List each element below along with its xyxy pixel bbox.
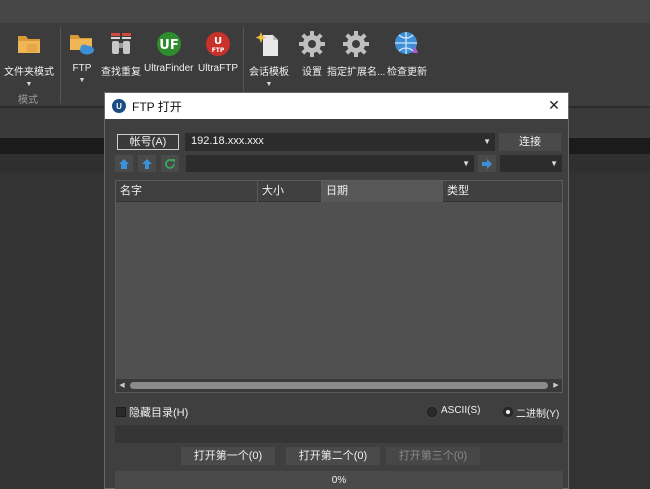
svg-text:U: U xyxy=(214,36,222,47)
session-template-label: 会话模板 xyxy=(249,67,289,78)
binoculars-icon xyxy=(106,29,136,59)
globe-update-icon xyxy=(392,29,422,59)
status-bar xyxy=(115,425,563,443)
ultrafinder-logo-icon: UF xyxy=(154,29,184,59)
host-combobox[interactable]: 192.18.xxx.xxx ▼ xyxy=(185,133,495,151)
gear-icon xyxy=(341,29,371,59)
chevron-down-icon: ▼ xyxy=(25,81,33,88)
assign-extension-button[interactable]: 指定扩展名... xyxy=(327,29,385,78)
check-update-button[interactable]: 检查更新 xyxy=(387,29,427,78)
hidden-dirs-label: 隐藏目录(H) xyxy=(129,407,189,419)
settings-label: 设置 xyxy=(302,67,322,78)
ascii-label: ASCII(S) xyxy=(441,405,481,416)
connect-button[interactable]: 连接 xyxy=(499,133,561,151)
open-second-button[interactable]: 打开第二个(0) xyxy=(286,447,380,465)
chevron-down-icon: ▼ xyxy=(462,159,470,168)
host-value: 192.18.xxx.xxx xyxy=(191,135,264,147)
hidden-dirs-checkbox[interactable] xyxy=(116,407,126,417)
binary-label: 二进制(Y) xyxy=(516,409,560,420)
open-first-button[interactable]: 打开第一个(0) xyxy=(181,447,275,465)
scrollbar-thumb[interactable] xyxy=(130,382,548,389)
column-header-type[interactable]: 类型 xyxy=(443,181,562,202)
ultraedit-logo-icon: U xyxy=(112,99,126,113)
home-button[interactable] xyxy=(115,155,133,172)
chevron-down-icon: ▼ xyxy=(78,77,86,84)
dialog-titlebar: U FTP 打开 ✕ xyxy=(105,93,568,119)
group-label-mode: 模式 xyxy=(18,95,38,106)
home-icon xyxy=(119,158,129,169)
arrow-up-icon xyxy=(142,158,152,169)
chevron-down-icon: ▼ xyxy=(550,159,558,168)
close-icon[interactable]: ✕ xyxy=(546,97,562,113)
progress-bar: 0% xyxy=(115,471,563,489)
session-template-button[interactable]: 会话模板 ▼ xyxy=(249,29,289,88)
gear-icon xyxy=(297,29,327,59)
column-header-date[interactable]: 日期 xyxy=(322,181,443,202)
ultraftp-button[interactable]: U FTP UltraFTP xyxy=(198,29,238,74)
horizontal-scrollbar[interactable]: ◀ ▶ xyxy=(116,379,562,392)
list-header: 名字 大小 日期 类型 xyxy=(116,181,562,202)
find-duplicates-button[interactable]: 查找重复 xyxy=(101,29,141,78)
document-sparkle-icon xyxy=(254,29,284,59)
filter-combobox[interactable]: ▼ xyxy=(500,155,562,172)
scroll-right-icon[interactable]: ▶ xyxy=(550,379,562,392)
folder-icon xyxy=(14,29,44,59)
scroll-left-icon[interactable]: ◀ xyxy=(116,379,128,392)
folder-mode-button[interactable]: 文件夹模式 ▼ xyxy=(4,29,54,88)
ultrafinder-button[interactable]: UF UltraFinder xyxy=(144,29,193,74)
ultraftp-label: UltraFTP xyxy=(198,63,238,74)
assign-extension-label: 指定扩展名... xyxy=(327,67,386,78)
column-header-name[interactable]: 名字 xyxy=(116,181,258,202)
chevron-down-icon: ▼ xyxy=(483,137,491,146)
ftp-label: FTP xyxy=(72,63,92,74)
svg-text:UF: UF xyxy=(159,38,178,53)
ftp-folder-cloud-icon xyxy=(67,29,97,59)
ribbon-divider xyxy=(60,27,61,103)
find-duplicates-label: 查找重复 xyxy=(101,67,141,78)
ftp-open-dialog: U FTP 打开 ✕ 帐号(A) 192.18.xxx.xxx ▼ 连接 ▼ ▼… xyxy=(104,92,569,489)
svg-text:FTP: FTP xyxy=(212,47,225,54)
check-update-label: 检查更新 xyxy=(387,67,427,78)
title-strip xyxy=(0,0,650,23)
arrow-right-icon xyxy=(482,158,492,169)
up-button[interactable] xyxy=(138,155,156,172)
folder-mode-label: 文件夹模式 xyxy=(4,67,54,78)
ultraftp-logo-icon: U FTP xyxy=(203,29,233,59)
account-button[interactable]: 帐号(A) xyxy=(117,134,179,150)
progress-text: 0% xyxy=(331,475,347,486)
ultrafinder-label: UltraFinder xyxy=(144,63,194,74)
binary-radio[interactable] xyxy=(503,407,513,417)
chevron-down-icon: ▼ xyxy=(265,81,273,88)
file-list[interactable]: 名字 大小 日期 类型 ◀ ▶ xyxy=(115,180,563,393)
refresh-button[interactable] xyxy=(161,155,179,172)
column-header-size[interactable]: 大小 xyxy=(258,181,322,202)
settings-button[interactable]: 设置 xyxy=(297,29,327,78)
ascii-radio[interactable] xyxy=(427,407,437,417)
ftp-button[interactable]: FTP ▼ xyxy=(67,29,97,84)
path-combobox[interactable]: ▼ xyxy=(186,155,474,172)
refresh-icon xyxy=(165,158,175,169)
dialog-title: FTP 打开 xyxy=(132,99,182,114)
open-third-button[interactable]: 打开第三个(0) xyxy=(386,447,480,465)
go-button[interactable] xyxy=(478,155,496,172)
